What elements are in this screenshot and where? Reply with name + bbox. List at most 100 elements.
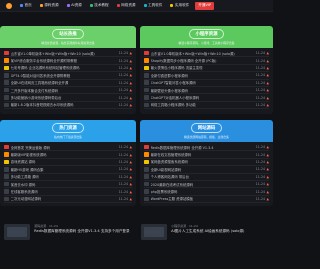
rank-badge <box>4 174 9 180</box>
list-item[interactable]: Shopify数据同步小程序源码 全开源 (PC版) 11-24 ▲ <box>144 57 269 65</box>
card-list: 山东省V1.0单机版本+Win版+Win版+Win10 (solo源) 11-24… <box>0 48 136 110</box>
rank-badge <box>4 80 9 86</box>
fire-icon: ▲ <box>129 167 132 172</box>
nav-item-source[interactable]: 源码资源 <box>38 2 61 10</box>
rank-badge <box>144 73 149 78</box>
list-item[interactable]: 全网首发 完美运营版 源码 11-24 ▲ <box>4 144 132 152</box>
card-title[interactable]: 小程序资源 <box>188 29 225 40</box>
list-item[interactable]: 游戏资源站 源码 11-24 ▲ <box>4 159 132 167</box>
list-item[interactable]: 2020最新在线考试系统源码 11-24 ▲ <box>144 181 269 189</box>
list-item[interactable]: 山东省V1.0单机版本+Win版+Win版+Win10 (solo源) 11-24… <box>4 50 132 58</box>
list-item[interactable]: 个人博客网站源码 带后台 11-24 ▲ <box>144 174 269 181</box>
list-item[interactable]: 多功能工具箱 源码 11-24 ▲ <box>4 174 132 181</box>
list-item[interactable]: 全新付费进群小程序源码 11-24 ▲ <box>144 72 269 80</box>
home-icon <box>20 4 23 7</box>
rank-badge <box>144 87 149 93</box>
list-item[interactable]: 多功能营销小游戏系统源码带后台 11-24 ▲ <box>4 94 132 102</box>
list-item[interactable]: php投票系统源码 11-24 ▲ <box>144 188 269 196</box>
list-item[interactable]: WordPress主题 资源站模板 11-24 ▲ <box>144 196 269 204</box>
list-item[interactable]: 山东省V1.0单机版本+Win版+Win版+Win10 (solo源) 11-24… <box>144 50 269 58</box>
post-card[interactable]: 源码资源 · 11-24 Redis数据库管理系统源码 全开源V1.3.4 支持… <box>4 224 134 240</box>
rank-badge <box>144 58 149 63</box>
card-subtitle: 精选优质资源，站长实测推荐好用资源合集 <box>41 40 95 45</box>
post-thumbnail[interactable] <box>4 224 30 240</box>
list-item[interactable]: 网络工具箱小程序源码 多功能 11-24 ▲ <box>144 102 269 110</box>
list-item[interactable]: 某网盘资源搜索系统源码 11-24 ▲ <box>144 159 269 167</box>
fire-icon: ▲ <box>129 102 132 107</box>
fire-icon: ▲ <box>266 152 269 157</box>
list-item[interactable]: 二次元动漫网站源码 11-24 ▲ <box>4 196 132 204</box>
card-list: 全网首发 完美运营版 源码 11-24 ▲ 最新版VIP影视系统源码 11-24 ▲ 游… <box>0 142 136 204</box>
fire-icon: ▲ <box>129 58 132 63</box>
fire-icon: ▲ <box>129 196 132 201</box>
top-navbar: 首页 源码资源 AI资源 技术教程 网络资源 工具软件 实用软件 开通VIP <box>0 0 273 12</box>
list-item[interactable]: 全新UI在线网页工具箱系统源码全开源 11-24 ▲ <box>4 80 132 87</box>
list-item[interactable]: ChatGPT智能问答小程序源码 11-24 ▲ <box>144 80 269 87</box>
list-item[interactable]: 在线客服系统源码 11-24 ▲ <box>4 188 132 196</box>
fire-icon: ▲ <box>129 174 132 179</box>
list-item[interactable]: ChatGPT对话机器人小程序源码 11-24 ▲ <box>144 94 269 102</box>
rank-badge <box>144 189 149 194</box>
card-title[interactable]: 网站源码 <box>190 123 223 134</box>
site-logo[interactable] <box>6 2 12 9</box>
rank-badge <box>144 95 149 100</box>
list-item[interactable]: 最火表情包小程序源码 流量主变现 11-24 ▲ <box>144 65 269 73</box>
code-icon <box>39 4 43 7</box>
post-thumbnail[interactable] <box>141 224 167 240</box>
list-item[interactable]: 全新UI影视网站源码 11-24 ▲ <box>144 166 269 174</box>
post-title[interactable]: Redis数据库管理系统源码 全开源V1.3.4 支持多个用户登录 <box>34 229 130 234</box>
card-featured: 站长热推 精选优质资源，站长实测推荐好用资源合集 山东省V1.0单机版本+Win… <box>0 26 136 114</box>
globe-icon <box>116 4 120 7</box>
fire-icon: ▲ <box>266 73 269 78</box>
fire-icon: ▲ <box>129 182 132 187</box>
card-header: 网站源码 精选优质网站源码、模板、主题合集 <box>140 120 273 142</box>
list-item[interactable]: GPT4.0智能对话问答系统全开源附教程 11-24 ▲ <box>4 72 132 80</box>
nav-item-software[interactable]: 实用软件 <box>168 2 191 10</box>
card-title[interactable]: 热门资源 <box>52 123 84 134</box>
list-item[interactable]: 最新壁纸头像小程序源码 11-24 ▲ <box>144 87 269 95</box>
rank-badge <box>144 196 149 202</box>
card-list: 山东省V1.0单机版本+Win版+Win版+Win10 (solo源) 11-24… <box>140 48 273 110</box>
card-header: 站长热推 精选优质资源，站长实测推荐好用资源合集 <box>0 26 136 48</box>
rank-badge <box>4 65 9 71</box>
card-website-source: 网站源码 精选优质网站源码、模板、主题合集 Redis数据库管理系统源码 全开源… <box>140 120 273 206</box>
post-card[interactable]: 小程序资源 · 11-24 AI图片人工生成系统 AI绘画系统源码 (solo源… <box>141 224 271 240</box>
vip-button[interactable]: 开通VIP <box>195 1 215 10</box>
card-subtitle: 站内热门下载资源合集 <box>54 134 82 139</box>
fire-icon: ▲ <box>266 182 269 187</box>
card-header: 热门资源 站内热门下载资源合集 <box>0 120 136 142</box>
list-item[interactable]: 最新在线文档管理系统源码 11-24 ▲ <box>144 151 269 159</box>
rank-badge <box>4 58 9 63</box>
nav-item-home[interactable]: 首页 <box>18 2 34 10</box>
list-item[interactable]: 某VIP综合服务平台系统源码全开源附带教程 11-24 ▲ <box>4 57 132 65</box>
wrench-icon <box>143 4 147 7</box>
nav-item-ai[interactable]: AI资源 <box>65 2 84 10</box>
list-item[interactable]: 最新版VIP影视系统源码 11-24 ▲ <box>4 151 132 159</box>
list-item[interactable]: 某音去水印 源码 11-24 ▲ <box>4 181 132 189</box>
list-item[interactable]: 最新H5游戏 源码合集 11-24 ▲ <box>4 166 132 174</box>
app-icon <box>170 4 174 7</box>
list-item[interactable]: 七彩号源码 企业站源码系统网站管理系统源码 11-24 ▲ <box>4 65 132 73</box>
rank-badge <box>4 152 9 157</box>
rank-badge <box>144 50 149 56</box>
fire-icon: ▲ <box>266 174 269 179</box>
rank-badge <box>144 144 149 150</box>
card-subtitle: 精选小程序源码、小游戏、工具类小程序合集 <box>178 40 235 45</box>
rank-badge <box>144 181 149 187</box>
nav-item-network[interactable]: 网络资源 <box>115 2 138 10</box>
nav-item-tutorial[interactable]: 技术教程 <box>88 2 111 10</box>
list-item[interactable]: Redis数据库管理系统源码 全开源 V1.3.4 11-24 ▲ <box>144 144 269 152</box>
list-item[interactable]: 二开多开版本聚合支付系统源码 11-24 ▲ <box>4 87 132 95</box>
fire-icon: ▲ <box>129 145 132 150</box>
fire-icon: ▲ <box>266 167 269 172</box>
fire-icon: ▲ <box>129 80 132 85</box>
rank-badge <box>4 144 9 150</box>
fire-icon: ▲ <box>266 58 269 63</box>
card-miniprogram: 小程序资源 精选小程序源码、小游戏、工具类小程序合集 山东省V1.0单机版本+W… <box>140 26 273 114</box>
rank-badge <box>144 174 149 180</box>
fire-icon: ▲ <box>266 102 269 107</box>
card-title[interactable]: 站长热推 <box>52 29 84 40</box>
list-item[interactable]: 最新1.8.2版本抖音短视频去水印系统源码 11-24 ▲ <box>4 102 132 110</box>
nav-item-tools[interactable]: 工具软件 <box>142 2 165 10</box>
post-title[interactable]: AI图片人工生成系统 AI绘画系统源码 (solo源) <box>171 229 267 234</box>
